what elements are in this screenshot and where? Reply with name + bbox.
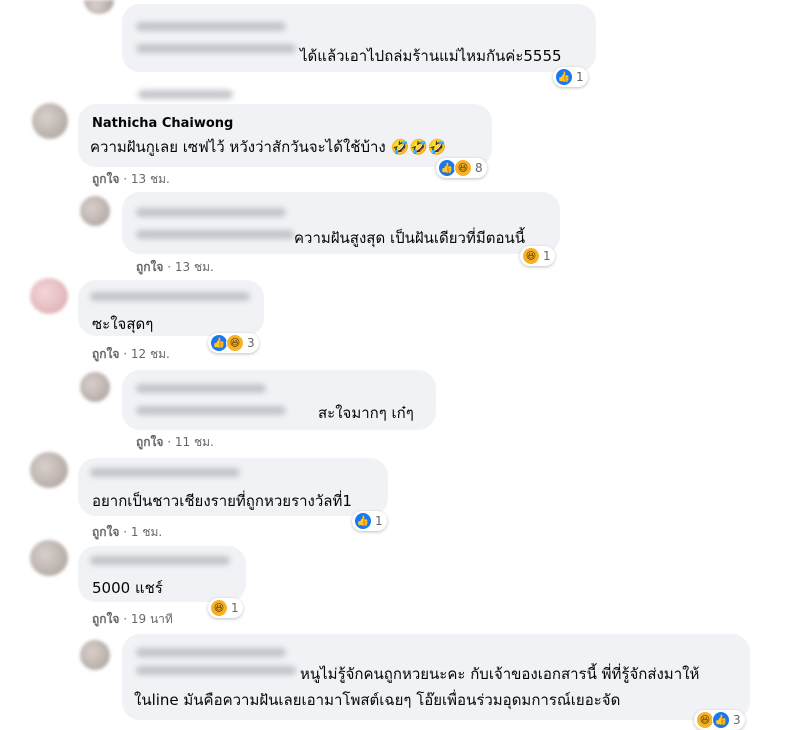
haha-emoji-icon: 😆 — [454, 159, 472, 177]
like-link[interactable]: ถูกใจ — [92, 172, 119, 186]
blurred-meta — [138, 90, 233, 99]
avatar[interactable] — [32, 103, 68, 139]
comment-meta: ถูกใจ · 1 ชม. — [92, 525, 163, 539]
comment-meta: ถูกใจ · 13 ชม. — [136, 260, 214, 274]
comment-bubble — [78, 104, 492, 167]
avatar[interactable] — [30, 278, 68, 314]
timestamp[interactable]: 13 ชม. — [175, 260, 214, 274]
reaction-badge[interactable]: 👍 1 — [553, 67, 588, 87]
avatar[interactable] — [80, 640, 110, 670]
reaction-badge[interactable]: 👍 😆 3 — [208, 333, 259, 353]
blurred-author-name — [136, 384, 266, 393]
laughing-emoji-icon: 🤣🤣🤣 — [390, 138, 447, 156]
avatar[interactable] — [80, 196, 110, 226]
haha-emoji-icon: 😆 — [226, 334, 244, 352]
blurred-author-name — [136, 406, 286, 415]
comment-meta: ถูกใจ · 13 ชม. — [92, 172, 170, 186]
comment-meta: ถูกใจ · 12 ชม. — [92, 347, 170, 361]
blurred-author-name — [136, 208, 286, 217]
reaction-badge[interactable]: 😆 1 — [520, 246, 555, 266]
blurred-author-name — [136, 22, 286, 31]
thumbs-up-icon: 👍 — [555, 68, 573, 86]
like-link[interactable]: ถูกใจ — [92, 612, 119, 626]
avatar[interactable] — [84, 0, 114, 14]
timestamp[interactable]: 1 ชม. — [131, 525, 162, 539]
like-link[interactable]: ถูกใจ — [136, 435, 163, 449]
blurred-author-name — [136, 44, 296, 53]
avatar[interactable] — [30, 540, 68, 576]
comment-text: สะใจมากๆ เก๋ๆ — [318, 404, 414, 422]
like-link[interactable]: ถูกใจ — [136, 260, 163, 274]
comment-meta: ถูกใจ · 19 นาที — [92, 612, 173, 626]
timestamp[interactable]: 19 นาที — [131, 612, 173, 626]
timestamp[interactable]: 11 ชม. — [175, 435, 214, 449]
avatar[interactable] — [80, 372, 110, 402]
blurred-author-name — [136, 666, 296, 675]
reaction-badge[interactable]: 😆 1 — [208, 598, 243, 618]
haha-emoji-icon: 😆 — [210, 599, 228, 617]
reaction-badge[interactable]: 👍 😆 8 — [436, 158, 487, 178]
comment-text: ความฝันสูงสุด เป็นฝันเดียวที่มีตอนนี้ — [294, 229, 526, 247]
comment-text: ความฝันกูเลย เซฟไว้ หวังว่าสักวันจะได้ใช… — [90, 138, 447, 156]
thumbs-up-icon: 👍 — [712, 711, 730, 729]
reaction-badge[interactable]: 👍 1 — [352, 511, 387, 531]
timestamp[interactable]: 12 ชม. — [131, 347, 170, 361]
comment-text: ซะใจสุดๆ — [92, 315, 154, 333]
reaction-badge[interactable]: 😆 👍 3 — [694, 710, 745, 730]
like-link[interactable]: ถูกใจ — [92, 347, 119, 361]
comment-text: 5000 แชร์ — [92, 579, 163, 597]
haha-emoji-icon: 😆 — [522, 247, 540, 265]
like-link[interactable]: ถูกใจ — [92, 525, 119, 539]
comment-text: ได้แล้วเอาไปถล่มร้านแม่ไหมกันค่ะ5555 — [300, 47, 562, 65]
comment-meta: ถูกใจ · 11 ชม. — [136, 435, 214, 449]
blurred-author-name — [90, 556, 230, 565]
timestamp[interactable]: 13 ชม. — [131, 172, 170, 186]
blurred-author-name — [136, 648, 286, 657]
blurred-author-name — [136, 230, 294, 239]
comment-text: หนูไม่รู้จักคนถูกหวยนะคะ กับเจ้าของเอกสา… — [300, 665, 700, 683]
comment-text: อยากเป็นชาวเชียงรายที่ถูกหวยรางวัลที่1 — [92, 492, 352, 510]
comment-author[interactable]: Nathicha Chaiwong — [92, 116, 233, 131]
comment-text: ในline มันคือความฝันเลยเอามาโพสต์เฉยๆ โอ… — [134, 691, 621, 709]
blurred-author-name — [90, 468, 240, 477]
blurred-author-name — [90, 292, 250, 301]
avatar[interactable] — [30, 452, 68, 488]
thumbs-up-icon: 👍 — [354, 512, 372, 530]
